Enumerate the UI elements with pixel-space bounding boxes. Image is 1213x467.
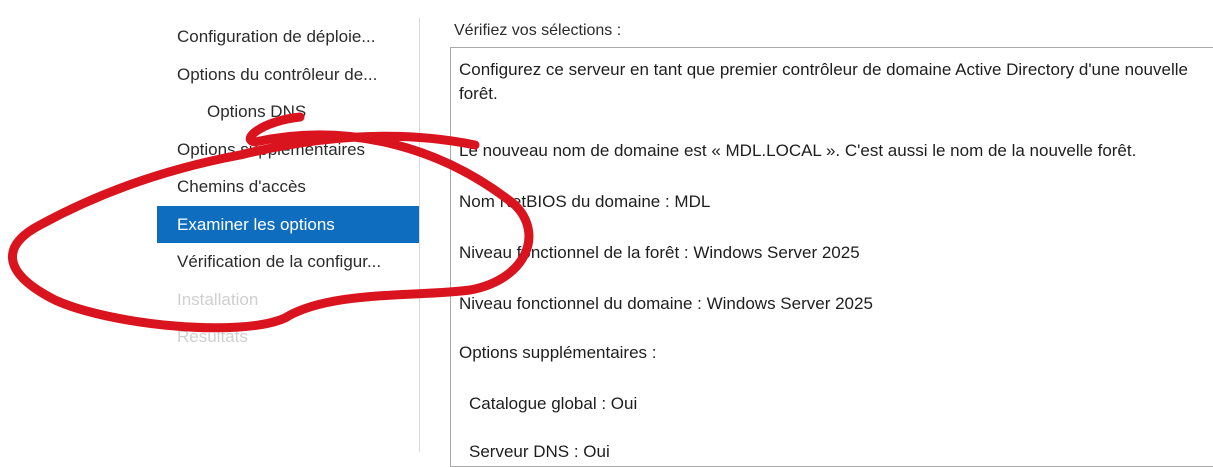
nav-divider xyxy=(419,18,420,452)
review-heading: Vérifiez vos sélections : xyxy=(454,22,622,39)
nav-item-domain-controller-options[interactable]: Options du contrôleur de... xyxy=(157,56,419,94)
review-line-domain-name: Le nouveau nom de domaine est « MDL.LOCA… xyxy=(459,141,1137,160)
review-selections-textbox[interactable]: Configurez ce serveur en tant que premie… xyxy=(450,47,1213,467)
nav-item-deployment-configuration[interactable]: Configuration de déploie... xyxy=(157,18,419,56)
review-line-domain-level: Niveau fonctionnel du domaine : Windows … xyxy=(459,294,873,313)
review-line-dns-server: Serveur DNS : Oui xyxy=(469,442,610,461)
wizard-step-nav: Configuration de déploie... Options du c… xyxy=(157,18,419,356)
review-line-global-catalog: Catalogue global : Oui xyxy=(469,394,638,413)
nav-item-review-options[interactable]: Examiner les options xyxy=(157,205,419,243)
nav-item-installation: Installation xyxy=(177,289,259,309)
nav-item-paths[interactable]: Chemins d'accès xyxy=(157,168,419,206)
review-line-netbios: Nom NetBIOS du domaine : MDL xyxy=(459,192,711,211)
nav-item-additional-options[interactable]: Options supplémentaires xyxy=(157,131,419,169)
review-line-additional-options: Options supplémentaires : xyxy=(459,343,657,362)
nav-item-dns-options[interactable]: Options DNS xyxy=(157,93,419,131)
wizard-panel: Configuration de déploie... Options du c… xyxy=(157,0,1213,467)
review-line-new-forest: Configurez ce serveur en tant que premie… xyxy=(459,60,1188,103)
nav-item-prerequisites-check[interactable]: Vérification de la configur... xyxy=(157,243,419,281)
review-line-forest-level: Niveau fonctionnel de la forêt : Windows… xyxy=(459,243,860,262)
nav-item-results: Résultats xyxy=(177,327,248,346)
